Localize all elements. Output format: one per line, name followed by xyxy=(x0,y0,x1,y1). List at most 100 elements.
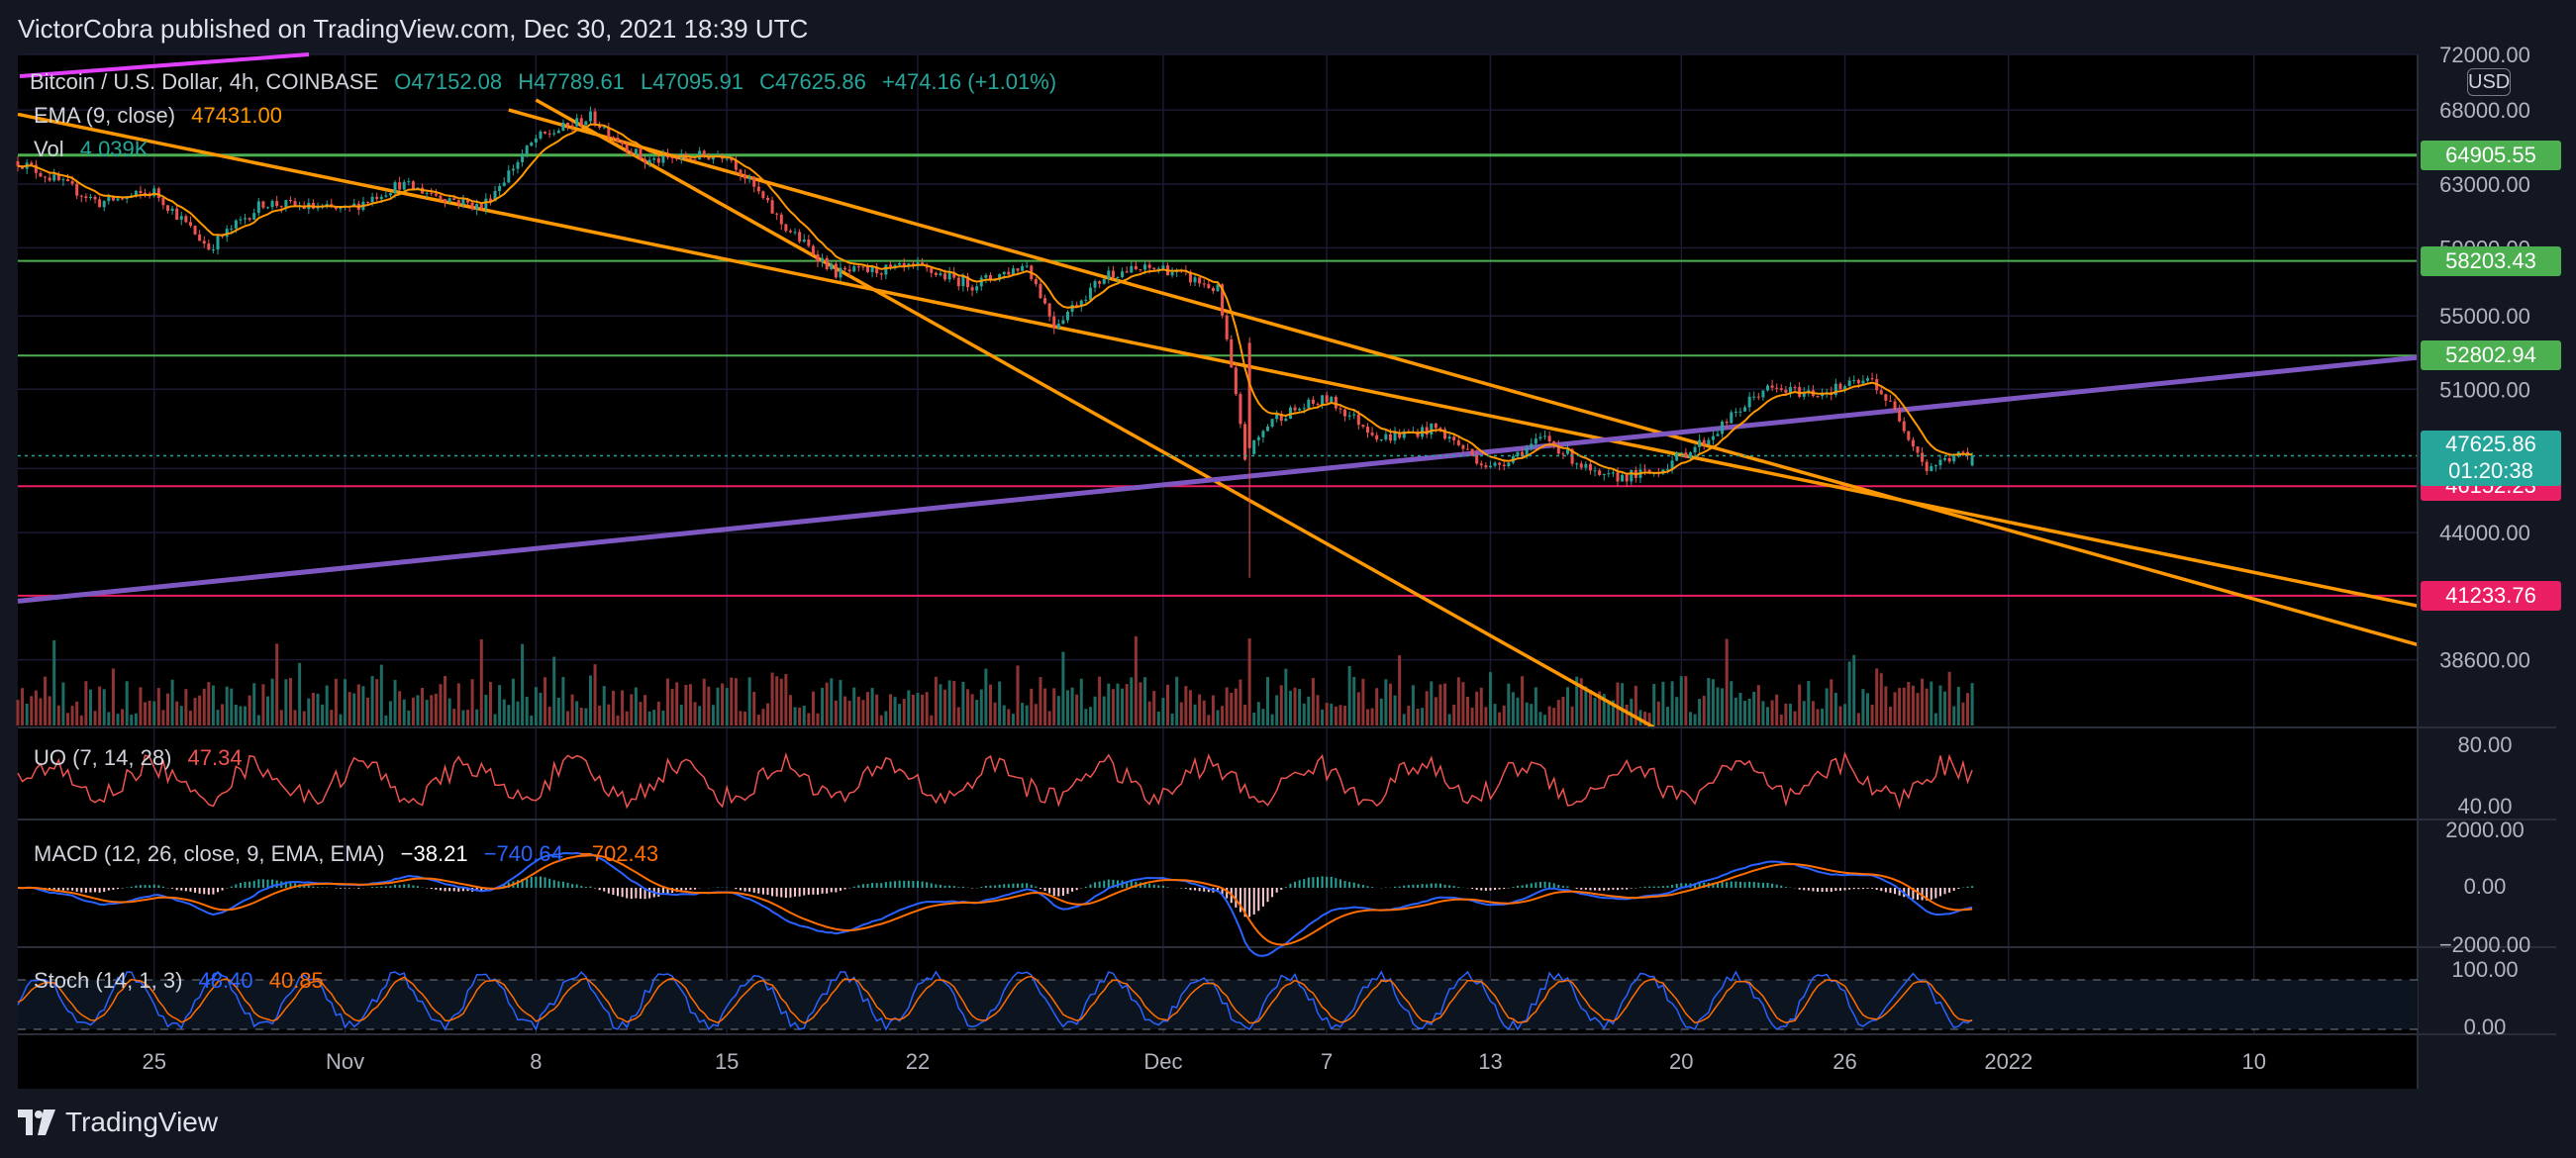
volume-bar xyxy=(1175,676,1179,725)
volume-bar xyxy=(234,705,238,725)
volume-bar xyxy=(1139,682,1142,725)
candle-body xyxy=(584,121,588,126)
volume-bar xyxy=(1552,708,1556,725)
volume-bar xyxy=(125,681,129,725)
volume-bar xyxy=(188,711,192,725)
time-tick-label: 26 xyxy=(1833,1049,1856,1074)
volume-bar xyxy=(288,677,292,725)
candle-body xyxy=(1247,342,1251,448)
candle-body xyxy=(839,267,842,278)
volume-bar xyxy=(525,696,529,725)
candle-body xyxy=(444,199,447,203)
time-tick-label: 2022 xyxy=(1984,1049,2032,1074)
candle-body xyxy=(1243,424,1247,460)
volume-bar xyxy=(1879,673,1883,725)
volume-bar xyxy=(193,698,197,725)
candle-body xyxy=(216,236,220,250)
volume-bar xyxy=(1398,655,1402,725)
macd-legend: MACD (12, 26, close, 9, EMA, EMA) −38.21… xyxy=(34,841,668,867)
volume-bar xyxy=(84,681,88,725)
volume-bar xyxy=(130,715,134,725)
uo-label: UO (7, 14, 28) xyxy=(34,745,172,770)
volume-bar xyxy=(1688,712,1692,725)
volume-bar xyxy=(679,705,683,725)
volume-bar xyxy=(830,678,834,725)
volume-bar xyxy=(407,710,411,725)
volume-bar xyxy=(1021,703,1025,725)
currency-button[interactable]: USD xyxy=(2467,68,2511,96)
candle-body xyxy=(425,192,429,194)
indicator-tick-label: 0.00 xyxy=(2464,1014,2507,1039)
price-chart[interactable]: 72000.0068000.0063000.0059000.0055000.00… xyxy=(0,0,2576,1099)
volume-bar xyxy=(402,699,406,725)
candle-body xyxy=(1452,436,1456,440)
brand-name[interactable]: TradingView xyxy=(65,1107,218,1138)
candle-body xyxy=(784,224,788,232)
macd-signal-value: −702.43 xyxy=(578,841,659,866)
candle-body xyxy=(1952,456,1956,462)
volume-bar xyxy=(539,692,543,725)
volume-bar xyxy=(647,711,651,725)
volume-bar xyxy=(1561,696,1565,725)
time-tick-label: 25 xyxy=(142,1049,165,1074)
candle-body xyxy=(1752,396,1756,398)
candle-body xyxy=(1198,277,1202,284)
candle-body xyxy=(970,287,974,291)
volume-bar xyxy=(1434,697,1437,725)
volume-bar xyxy=(1502,705,1506,725)
current-price-badge: 47625.86 01:20:38 xyxy=(2421,431,2561,487)
volume-bar xyxy=(770,672,774,725)
volume-bar xyxy=(284,679,288,725)
volume-bar xyxy=(1361,678,1365,725)
candle-body xyxy=(1466,448,1469,450)
candle-body xyxy=(1011,268,1015,275)
volume-bar xyxy=(1102,696,1106,725)
volume-bar xyxy=(644,695,647,725)
volume-bar xyxy=(1039,677,1042,725)
volume-bar xyxy=(1902,687,1906,725)
volume-bar xyxy=(1421,708,1425,725)
volume-bar xyxy=(256,715,260,725)
candle-body xyxy=(1334,396,1338,409)
volume-bar xyxy=(534,687,538,725)
price-axis[interactable]: 72000.0068000.0063000.0059000.0055000.00… xyxy=(2439,43,2530,1039)
volume-bar xyxy=(1788,703,1792,725)
volume-bar xyxy=(93,711,97,725)
candle-body xyxy=(1225,315,1229,339)
volume-bar xyxy=(556,697,560,725)
volume-bar xyxy=(1898,688,1902,725)
volume-bar xyxy=(602,686,606,725)
candle-body xyxy=(375,196,379,200)
candle-body xyxy=(1230,338,1234,368)
candle-body xyxy=(756,186,760,192)
candle-body xyxy=(239,219,243,221)
candle-body xyxy=(856,266,860,268)
candle-body xyxy=(1002,271,1006,275)
candle-body xyxy=(561,122,565,131)
candle-body xyxy=(675,158,679,160)
candle-body xyxy=(1361,425,1365,428)
volume-bar xyxy=(852,687,856,725)
candle-body xyxy=(1766,385,1769,391)
candle-body xyxy=(566,122,569,126)
volume-bar xyxy=(930,715,934,725)
volume-bar xyxy=(634,687,638,725)
volume-bar xyxy=(952,680,956,725)
ema-value: 47431.00 xyxy=(191,103,282,128)
candle-body xyxy=(811,245,815,254)
candle-body xyxy=(939,273,942,275)
volume-bar xyxy=(956,707,960,725)
volume-bar xyxy=(1670,681,1674,725)
candle-body xyxy=(439,195,443,200)
volume-bar xyxy=(1330,704,1334,725)
candle-body xyxy=(1793,387,1797,389)
candle-body xyxy=(779,214,783,225)
volume-bar xyxy=(344,679,347,725)
candle-body xyxy=(1084,299,1088,301)
macd-label: MACD (12, 26, close, 9, EMA, EMA) xyxy=(34,841,385,866)
candle-body xyxy=(798,232,802,242)
volume-bar xyxy=(1816,709,1820,725)
volume-bar xyxy=(347,692,351,725)
volume-bar xyxy=(121,709,125,725)
candle-body xyxy=(843,267,847,270)
